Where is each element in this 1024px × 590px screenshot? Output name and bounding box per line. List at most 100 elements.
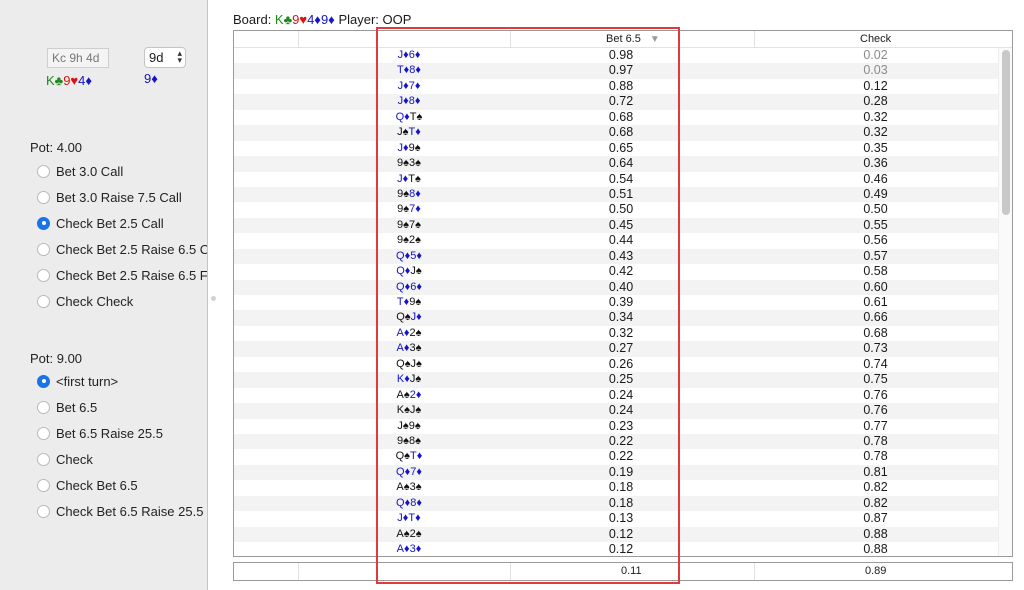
turn-card-select-value: 9d (149, 50, 164, 65)
hand-cell: 9♠7♦ (384, 202, 434, 217)
action-option[interactable]: Check Bet 6.5 (37, 476, 138, 494)
board-input[interactable] (47, 48, 109, 68)
hand-cell: A♦2♠ (384, 326, 434, 341)
table-row[interactable]: K♦J♠ 0.25 0.75 (234, 372, 998, 388)
bet-frequency-cell: 0.45 (608, 217, 634, 232)
check-frequency-cell: 0.57 (863, 248, 888, 263)
hand-glyph: ♠ (415, 172, 421, 185)
table-row[interactable]: A♦3♦ 0.12 0.88 (234, 542, 998, 556)
hand-glyph: ♦ (416, 496, 422, 509)
radio-icon[interactable] (37, 164, 50, 178)
table-row[interactable]: Q♠J♦ 0.34 0.66 (234, 310, 998, 326)
hand-glyph: T (408, 172, 415, 185)
radio-icon[interactable] (37, 242, 50, 256)
table-row[interactable]: Q♦8♦ 0.18 0.82 (234, 495, 998, 512)
check-frequency-cell: 0.28 (863, 94, 888, 109)
turn-card: 9♦ (144, 71, 158, 86)
table-row[interactable]: 9♠7♠ 0.45 0.55 (234, 217, 998, 234)
hand-cell: 9♠7♠ (384, 218, 434, 233)
table-row[interactable]: J♦6♦ 0.98 0.02 (234, 48, 998, 63)
table-row[interactable]: Q♦7♦ 0.19 0.81 (234, 464, 998, 481)
action-option[interactable]: Check Bet 6.5 Raise 25.5 (37, 502, 203, 520)
table-row[interactable]: J♠T♦ 0.68 0.32 (234, 125, 998, 141)
table-row[interactable]: A♦3♠ 0.27 0.73 (234, 341, 998, 357)
column-header-bet[interactable]: Bet 6.5 ▼ (606, 33, 660, 45)
table-row[interactable]: A♠2♦ 0.24 0.76 (234, 388, 998, 403)
turn-card-select[interactable]: 9d ▴ ▾ (144, 47, 186, 68)
action-option[interactable]: Check Bet 2.5 Call (37, 214, 164, 232)
action-option-label: Check Check (56, 293, 134, 309)
table-row[interactable]: 9♠3♠ 0.64 0.36 (234, 156, 998, 172)
hand-cell: Q♦6♦ (384, 280, 434, 295)
table-row[interactable]: T♦9♠ 0.39 0.61 (234, 295, 998, 310)
table-row[interactable]: Q♦T♠ 0.68 0.32 (234, 110, 998, 125)
table-row[interactable]: Q♦J♠ 0.42 0.58 (234, 264, 998, 279)
table-row[interactable]: J♦T♦ 0.13 0.87 (234, 511, 998, 526)
table-row[interactable]: J♦T♠ 0.54 0.46 (234, 172, 998, 187)
check-frequency-cell: 0.36 (863, 156, 888, 171)
table-row[interactable]: J♦7♦ 0.88 0.12 (234, 79, 998, 94)
table-row[interactable]: A♦2♠ 0.32 0.68 (234, 326, 998, 341)
table-summary: 0.11 0.89 (233, 562, 1013, 581)
table-row[interactable]: 9♠8♠ 0.22 0.78 (234, 433, 998, 450)
radio-icon[interactable] (37, 452, 50, 466)
hand-glyph: ♠ (415, 481, 422, 494)
hand-glyph: ♠ (415, 326, 422, 339)
table-row[interactable]: 9♠2♠ 0.44 0.56 (234, 233, 998, 248)
radio-icon[interactable] (37, 190, 50, 204)
action-option[interactable]: <first turn> (37, 372, 118, 390)
scrollbar-thumb[interactable] (1002, 50, 1010, 215)
hand-glyph: Q (396, 357, 405, 370)
hand-glyph: ♦ (414, 49, 421, 61)
table-row[interactable]: J♦9♠ 0.65 0.35 (234, 141, 998, 156)
radio-icon[interactable] (37, 426, 50, 440)
hand-cell: K♦J♠ (384, 372, 434, 387)
hand-glyph: Q (396, 496, 405, 509)
table-row[interactable]: J♦8♦ 0.72 0.28 (234, 94, 998, 110)
radio-icon[interactable] (37, 504, 50, 518)
hand-glyph: Q (395, 110, 405, 123)
check-frequency-cell: 0.68 (863, 325, 888, 340)
table-header: Bet 6.5 ▼ Check (234, 31, 1012, 48)
table-row[interactable]: 9♠8♦ 0.51 0.49 (234, 186, 998, 203)
hand-glyph: ♠ (414, 141, 421, 154)
action-option[interactable]: Bet 6.5 Raise 25.5 (37, 424, 163, 442)
radio-selected-icon[interactable] (37, 216, 50, 230)
table-row[interactable]: 9♠7♦ 0.50 0.50 (234, 202, 998, 217)
splitter-handle[interactable] (211, 296, 216, 301)
table-row[interactable]: K♠J♠ 0.24 0.76 (234, 403, 998, 419)
radio-icon[interactable] (37, 294, 50, 308)
action-option[interactable]: Check Check (37, 292, 133, 310)
action-option[interactable]: Bet 6.5 (37, 398, 97, 416)
radio-icon[interactable] (37, 400, 50, 414)
vertical-scrollbar[interactable] (998, 48, 1012, 556)
bet-frequency-cell: 0.65 (608, 140, 634, 155)
table-row[interactable]: A♠3♠ 0.18 0.82 (234, 480, 998, 495)
action-option[interactable]: Bet 3.0 Raise 7.5 Call (37, 188, 182, 206)
radio-icon[interactable] (37, 478, 50, 492)
hand-glyph: ♦ (415, 126, 421, 139)
check-frequency-cell: 0.49 (863, 186, 888, 201)
action-option[interactable]: Check Bet 2.5 Raise 6.5 C (37, 240, 207, 258)
hand-glyph: A (396, 342, 404, 355)
table-row[interactable]: Q♠J♠ 0.26 0.74 (234, 357, 998, 372)
check-frequency-cell: 0.88 (863, 542, 888, 556)
bet-frequency-cell: 0.88 (608, 78, 634, 93)
column-header-check[interactable]: Check (860, 33, 891, 45)
radio-icon[interactable] (37, 268, 50, 282)
table-row[interactable]: Q♠T♦ 0.22 0.78 (234, 449, 998, 464)
table-row[interactable]: A♠2♠ 0.12 0.88 (234, 526, 998, 542)
hand-glyph: T (396, 296, 404, 308)
action-option[interactable]: Check Bet 2.5 Raise 6.5 F (37, 266, 207, 284)
bet-frequency-cell: 0.42 (608, 264, 634, 279)
table-row[interactable]: T♦8♦ 0.97 0.03 (234, 63, 998, 79)
hand-glyph: Q (396, 311, 405, 324)
check-frequency-cell: 0.56 (863, 233, 888, 248)
table-row[interactable]: J♠9♠ 0.23 0.77 (234, 419, 998, 434)
table-row[interactable]: Q♦5♦ 0.43 0.57 (234, 248, 998, 265)
action-option[interactable]: Bet 3.0 Call (37, 162, 123, 180)
table-row[interactable]: Q♦6♦ 0.40 0.60 (234, 279, 998, 295)
action-option[interactable]: Check (37, 450, 93, 468)
radio-selected-icon[interactable] (37, 374, 50, 388)
board-cards: K♣9♥4♦9♦ (275, 12, 335, 27)
